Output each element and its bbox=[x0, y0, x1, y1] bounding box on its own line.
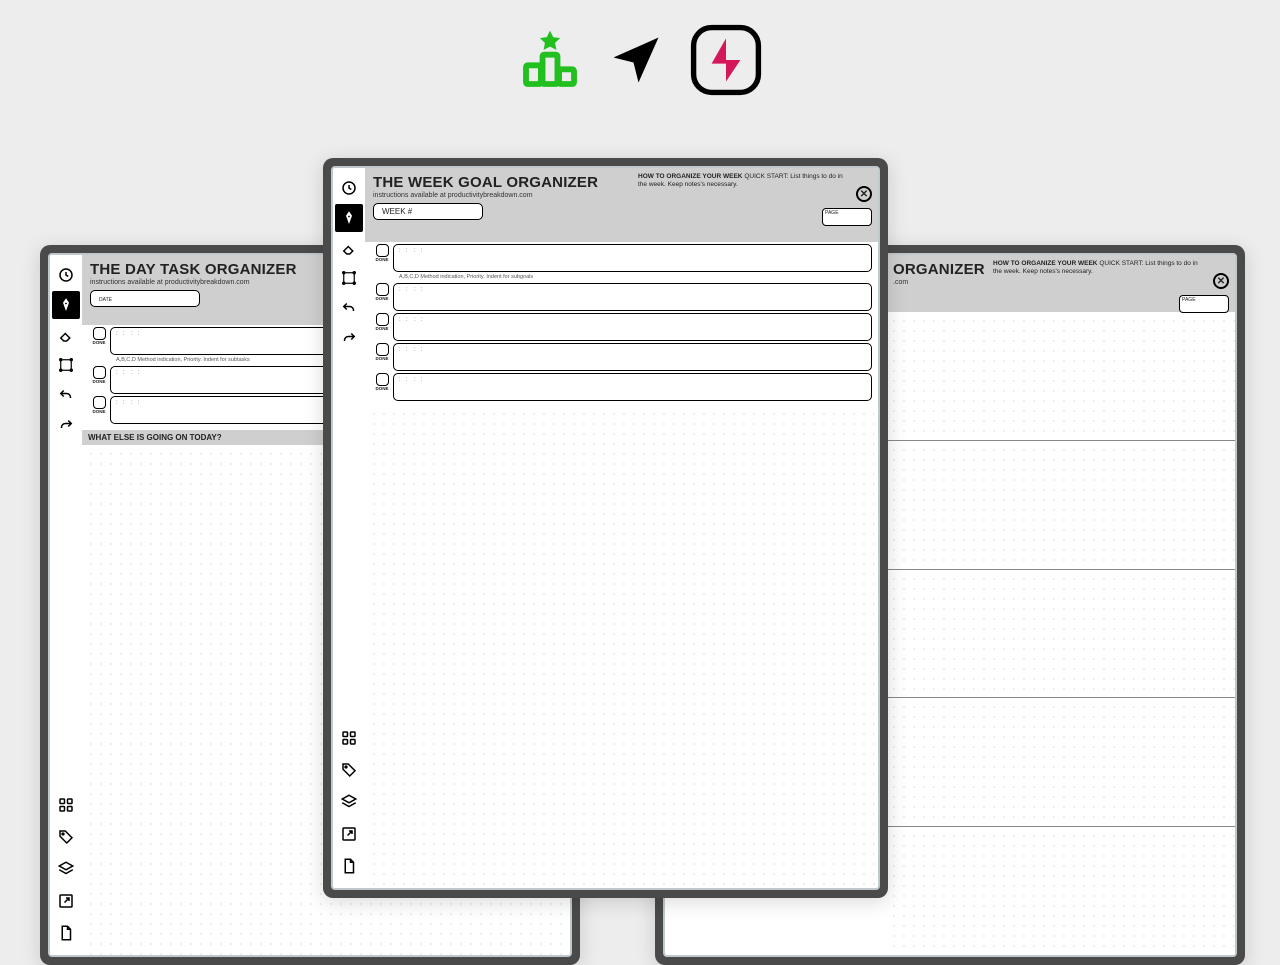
export-icon[interactable] bbox=[335, 820, 363, 848]
toolbar-center bbox=[333, 168, 365, 888]
clock-icon[interactable] bbox=[52, 261, 80, 289]
dotgrid[interactable] bbox=[365, 405, 878, 888]
close-icon[interactable]: ✕ bbox=[856, 186, 872, 202]
layers-icon[interactable] bbox=[52, 855, 80, 883]
page-center: THE WEEK GOAL ORGANIZER instructions ava… bbox=[365, 168, 878, 888]
grid-icon[interactable] bbox=[52, 791, 80, 819]
task-input[interactable]: : : : : bbox=[393, 244, 872, 272]
task-input[interactable]: : : : : bbox=[393, 343, 872, 371]
page-subsite: .com bbox=[893, 279, 1227, 286]
page-number-input[interactable]: PAGE bbox=[1179, 295, 1229, 313]
undo-icon[interactable] bbox=[335, 294, 363, 322]
week-cell[interactable] bbox=[885, 440, 1235, 569]
tag-icon[interactable] bbox=[335, 756, 363, 784]
undo-icon[interactable] bbox=[52, 381, 80, 409]
layers-icon[interactable] bbox=[335, 788, 363, 816]
eraser-icon[interactable] bbox=[335, 234, 363, 262]
done-checkbox[interactable] bbox=[93, 396, 106, 409]
page-title: ORGANIZER bbox=[893, 261, 985, 278]
task-input[interactable]: : : : : bbox=[393, 283, 872, 311]
page-number-input[interactable]: PAGE bbox=[822, 208, 872, 226]
top-icon-row bbox=[518, 24, 762, 101]
pen-icon[interactable] bbox=[52, 291, 80, 319]
tablet-center: THE WEEK GOAL ORGANIZER instructions ava… bbox=[323, 158, 888, 898]
eraser-icon[interactable] bbox=[52, 321, 80, 349]
clock-icon[interactable] bbox=[335, 174, 363, 202]
close-icon[interactable]: ✕ bbox=[1213, 273, 1229, 289]
grid-icon[interactable] bbox=[335, 724, 363, 752]
file-icon[interactable] bbox=[335, 852, 363, 880]
task-input[interactable]: : : : : bbox=[393, 313, 872, 341]
leaderboard-icon bbox=[518, 28, 582, 97]
done-checkbox[interactable] bbox=[93, 327, 106, 340]
file-icon[interactable] bbox=[52, 919, 80, 947]
howto-heading: HOW TO ORGANIZE YOUR WEEK bbox=[638, 173, 743, 180]
week-input[interactable]: WEEK # bbox=[373, 203, 483, 220]
select-icon[interactable] bbox=[335, 264, 363, 292]
done-checkbox[interactable] bbox=[376, 373, 389, 386]
task-helper: A,B,C,D Method indication, Priority. Ind… bbox=[371, 274, 872, 280]
redo-icon[interactable] bbox=[52, 411, 80, 439]
task-input[interactable]: : : : : bbox=[393, 373, 872, 401]
week-cell[interactable] bbox=[885, 826, 1235, 955]
week-cell[interactable] bbox=[885, 697, 1235, 826]
done-checkbox[interactable] bbox=[376, 313, 389, 326]
done-checkbox[interactable] bbox=[376, 283, 389, 296]
export-icon[interactable] bbox=[52, 887, 80, 915]
select-icon[interactable] bbox=[52, 351, 80, 379]
howto-heading: HOW TO ORGANIZE YOUR WEEK bbox=[993, 260, 1098, 267]
done-checkbox[interactable] bbox=[376, 343, 389, 356]
send-icon bbox=[606, 30, 666, 95]
week-cell[interactable] bbox=[885, 569, 1235, 698]
pen-icon[interactable] bbox=[335, 204, 363, 232]
week-cells bbox=[885, 312, 1235, 955]
page-right: ORGANIZER .com HOW TO ORGANIZE YOUR WEEK… bbox=[885, 255, 1235, 955]
tag-icon[interactable] bbox=[52, 823, 80, 851]
redo-icon[interactable] bbox=[335, 324, 363, 352]
date-input[interactable]: DATE bbox=[90, 290, 200, 307]
supabase-icon bbox=[690, 24, 762, 101]
done-checkbox[interactable] bbox=[376, 244, 389, 257]
week-cell[interactable] bbox=[885, 312, 1235, 440]
done-checkbox[interactable] bbox=[93, 366, 106, 379]
toolbar-left bbox=[50, 255, 82, 955]
page-subtitle: instructions available at productivitybr… bbox=[373, 192, 870, 199]
